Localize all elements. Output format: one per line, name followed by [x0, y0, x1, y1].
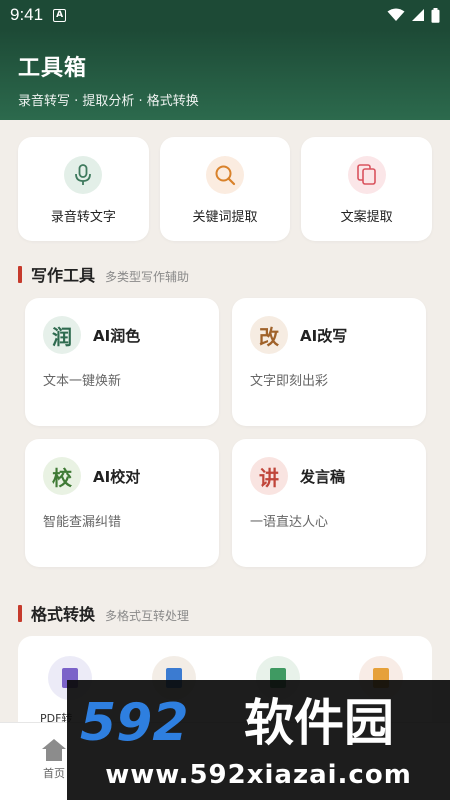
status-bar: 9:41 A	[0, 0, 450, 30]
tool-card-name: AI润色	[93, 326, 141, 345]
section-accent-bar	[18, 604, 22, 622]
tool-card-desc: 文字即刻出彩	[250, 374, 329, 389]
search-icon	[206, 156, 244, 194]
signal-icon	[412, 9, 424, 21]
tool-card-desc: 文本一键焕新	[43, 374, 122, 389]
watermark-logo: 592 软件园	[67, 688, 450, 754]
section-writing-header: 写作工具 多类型写作辅助	[18, 262, 189, 286]
quick-tool-label: 录音转文字	[50, 210, 116, 225]
page-title: 工具箱	[18, 56, 88, 81]
polish-badge-icon: 润	[43, 316, 81, 354]
watermark-url: www.592xiazai.com	[105, 760, 412, 790]
section-title: 格式转换	[31, 605, 96, 624]
section-title: 写作工具	[31, 266, 96, 285]
copy-icon	[347, 156, 386, 194]
tool-card-speech[interactable]: 讲 发言稿 一语直达人心	[232, 439, 426, 567]
section-subtitle: 多类型写作辅助	[105, 270, 190, 284]
notification-icon: A	[53, 8, 67, 22]
tool-card-name: AI校对	[93, 467, 141, 486]
tool-card-proofread[interactable]: 校 AI校对 智能查漏纠错	[25, 439, 219, 567]
proofread-badge-icon: 校	[43, 457, 81, 495]
quick-tool-keyword[interactable]: 关键词提取	[159, 137, 291, 241]
battery-icon	[431, 7, 440, 23]
nav-home[interactable]: 首页	[40, 737, 68, 781]
quick-tools: 录音转文字 关键词提取 文案提取	[18, 137, 433, 241]
home-icon	[42, 739, 66, 761]
tool-card-name: 发言稿	[300, 467, 346, 486]
microphone-icon	[64, 156, 103, 194]
section-convert-header: 格式转换 多格式互转处理	[18, 601, 189, 625]
section-accent-bar	[18, 265, 22, 283]
tool-card-name: AI改写	[300, 326, 348, 345]
wifi-icon	[387, 8, 405, 21]
nav-home-label: 首页	[43, 767, 65, 780]
svg-text:软件园: 软件园	[244, 694, 394, 752]
tool-card-desc: 智能查漏纠错	[43, 515, 122, 530]
tool-card-polish[interactable]: 润 AI润色 文本一键焕新	[25, 298, 219, 426]
quick-tool-label: 关键词提取	[192, 210, 258, 225]
page-subtitle: 录音转写 · 提取分析 · 格式转换	[18, 94, 199, 109]
speech-badge-icon: 讲	[250, 457, 288, 495]
svg-text:592: 592	[80, 693, 189, 752]
quick-tool-copywriting[interactable]: 文案提取	[301, 137, 433, 241]
watermark-banner: 592 软件园 www.592xiazai.com	[67, 680, 450, 800]
quick-tool-transcribe[interactable]: 录音转文字	[18, 137, 149, 241]
section-subtitle: 多格式互转处理	[105, 609, 190, 623]
app-header: 工具箱 录音转写 · 提取分析 · 格式转换	[0, 30, 450, 120]
tool-card-desc: 一语直达人心	[250, 515, 329, 530]
tool-card-rewrite[interactable]: 改 AI改写 文字即刻出彩	[232, 298, 426, 426]
status-icons	[387, 7, 440, 23]
status-time: 9:41	[10, 5, 44, 24]
quick-tool-label: 文案提取	[340, 210, 393, 225]
rewrite-badge-icon: 改	[250, 316, 288, 354]
